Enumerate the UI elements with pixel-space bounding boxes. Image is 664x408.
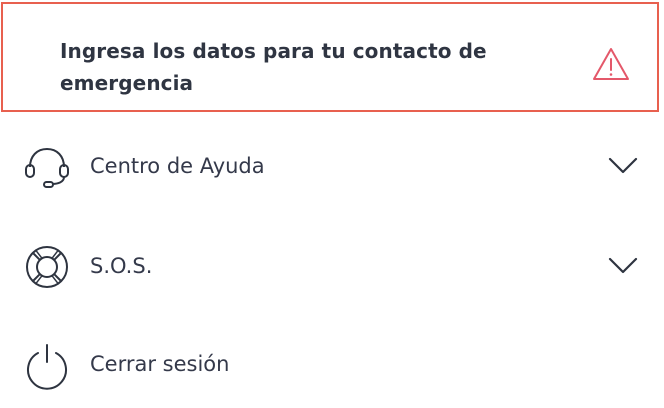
menu-item-label: Centro de Ayuda: [90, 154, 265, 178]
lifebuoy-icon: [26, 246, 68, 288]
menu-item-label: Cerrar sesión: [90, 352, 230, 376]
menu-item-help-center[interactable]: Centro de Ayuda: [0, 126, 664, 206]
emergency-contact-alert[interactable]: Ingresa los datos para tu contacto de em…: [1, 2, 659, 112]
alert-message: Ingresa los datos para tu contacto de em…: [60, 39, 487, 95]
chevron-down-icon[interactable]: [606, 154, 640, 176]
menu-item-sos[interactable]: S.O.S.: [0, 226, 664, 306]
menu-item-label: S.O.S.: [90, 254, 153, 278]
warning-icon: [593, 48, 629, 80]
headset-icon: [25, 147, 69, 188]
chevron-down-icon[interactable]: [606, 254, 640, 276]
menu-item-logout[interactable]: Cerrar sesión: [0, 324, 664, 404]
power-icon: [27, 344, 67, 390]
